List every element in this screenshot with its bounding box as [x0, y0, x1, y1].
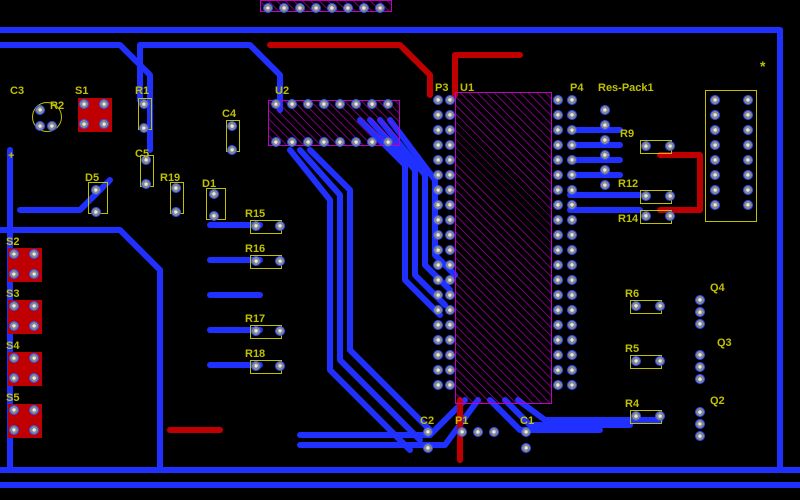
trace-layer [0, 0, 800, 500]
component-U1 [455, 92, 552, 404]
pcb-layout-canvas[interactable]: /*placeholder*/ C3 R2 S1 R1 U2 P3 U1 P4 … [0, 0, 800, 500]
